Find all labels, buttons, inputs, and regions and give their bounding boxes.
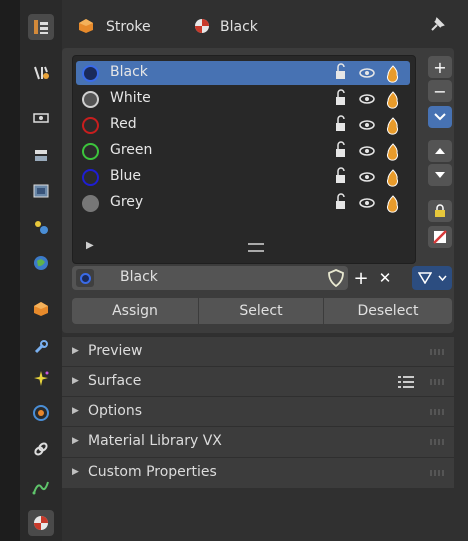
lock-all-button[interactable] [428,200,452,222]
material-swatch-icon [82,195,99,212]
material-icon [194,18,210,38]
material-swatch-icon [82,169,99,186]
subpanel-label: Surface [88,373,142,389]
material-swatch-icon [82,91,99,108]
move-down-button[interactable] [428,164,452,186]
material-slot-label: Blue [110,168,141,184]
material-swatch-icon [80,273,91,284]
remove-slot-button[interactable]: − [428,80,452,102]
object-data-icon[interactable] [28,474,54,500]
specials-menu-button[interactable] [428,106,452,128]
move-up-button[interactable] [428,140,452,162]
drag-handle-icon[interactable] [430,439,444,445]
drag-handle-icon[interactable] [430,379,444,385]
triangle-down-icon [435,172,445,178]
material-swatch-icon [82,65,99,82]
subpanel-label: Custom Properties [88,464,217,480]
material-selector[interactable]: Black [72,266,348,290]
subpanel-surface[interactable]: ▶ Surface [62,366,454,397]
deselect-button[interactable]: Deselect [324,298,452,324]
expand-filter-icon[interactable]: ▶ [86,240,94,251]
constraints-icon[interactable] [28,436,54,462]
scene-icon[interactable] [28,178,54,204]
subpanel-label: Options [88,403,143,419]
collection-icon[interactable] [28,250,54,276]
modifier-icon[interactable] [28,334,54,360]
render-icon[interactable] [28,60,54,86]
material-slot-label: Green [110,142,153,158]
effects-icon[interactable] [28,366,54,392]
subpanel-options[interactable]: ▶ Options [62,396,454,427]
header-object-name[interactable]: Stroke [106,19,151,35]
hide-others-button[interactable] [428,226,452,248]
subpanel-preview[interactable]: ▶ Preview [62,336,454,367]
clear-icon [433,230,447,244]
material-name-field[interactable]: Black [120,269,158,285]
pin-icon[interactable] [428,16,446,38]
object-data-icon [78,18,94,38]
collapse-arrow-icon: ▶ [72,376,79,386]
physics-icon[interactable] [28,400,54,426]
select-button[interactable]: Select [199,298,323,324]
filter-icon [418,272,432,284]
new-material-button[interactable]: + [350,266,372,290]
header-material-name[interactable]: Black [220,19,258,35]
drag-handle-icon[interactable] [430,409,444,415]
material-slot-label: Red [110,116,137,132]
triangle-up-icon [435,148,445,154]
material-slot-label: Grey [110,194,144,210]
drag-handle-icon[interactable] [430,349,444,355]
output-icon[interactable] [28,104,54,130]
collapse-arrow-icon: ▶ [72,467,79,477]
world-icon[interactable] [28,214,54,240]
add-slot-button[interactable]: + [428,56,452,78]
resize-handle-icon[interactable] [248,243,264,252]
properties-tab-bar [20,0,62,541]
view-layer-icon[interactable] [28,142,54,168]
material-swatch-icon [82,117,99,134]
list-icon[interactable] [398,375,414,389]
tool-icon[interactable] [28,14,54,40]
material-swatch-icon [82,143,99,160]
collapse-arrow-icon: ▶ [72,436,79,446]
fake-user-shield-icon[interactable] [326,268,346,292]
collapse-arrow-icon: ▶ [72,406,79,416]
chevron-down-icon [434,113,446,121]
object-icon[interactable] [28,296,54,322]
drag-handle-icon[interactable] [430,470,444,476]
subpanel-label: Material Library VX [88,433,222,449]
chevron-down-icon [438,275,447,281]
collapse-arrow-icon: ▶ [72,346,79,356]
material-slot-label: Black [110,64,148,80]
subpanel-label: Preview [88,343,143,359]
lock-icon [435,204,445,217]
filter-dropdown-button[interactable] [412,266,452,290]
material-slot-label: White [110,90,151,106]
unlink-material-button[interactable]: ✕ [374,266,396,290]
subpanel-material-library[interactable]: ▶ Material Library VX [62,426,454,457]
subpanel-custom-properties[interactable]: ▶ Custom Properties [62,457,454,488]
slot-toggle-icons [334,61,410,217]
material-icon[interactable] [28,510,54,536]
assign-button[interactable]: Assign [72,298,198,324]
